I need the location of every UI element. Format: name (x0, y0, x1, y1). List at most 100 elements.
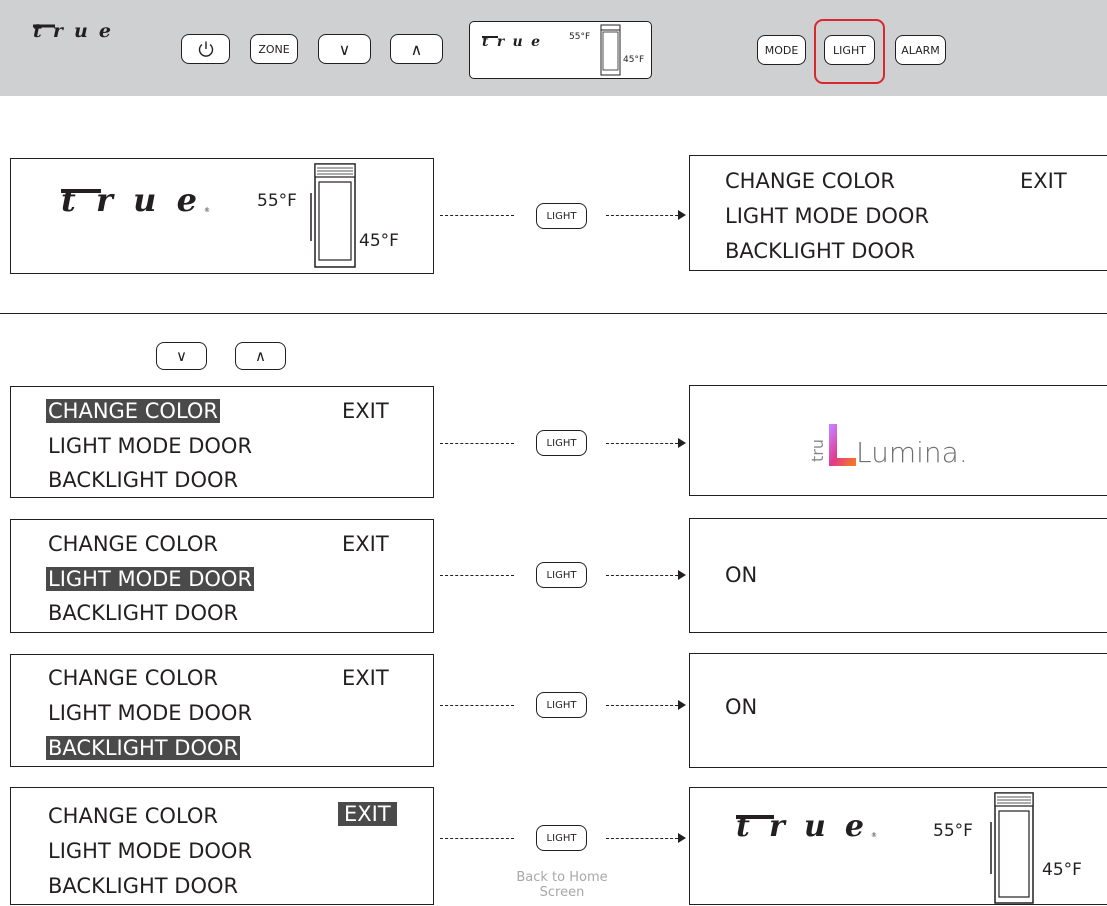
back-to-home-note: Back to Home Screen (516, 870, 608, 900)
true-logo: true ® (61, 181, 210, 219)
flow-connector (606, 838, 678, 839)
refrigerator-icon (990, 792, 1034, 904)
light-button[interactable]: LIGHT (536, 203, 587, 229)
svg-text:true: true (61, 181, 197, 219)
flow-connector (606, 575, 678, 576)
light-menu-screen: CHANGE COLOR EXIT LIGHT MODE DOOR BACKLI… (689, 155, 1107, 271)
menu-screen-light-mode-selected: CHANGE COLOR EXIT LIGHT MODE DOOR BACKLI… (10, 519, 434, 633)
down-button[interactable]: ∨ (156, 342, 207, 370)
control-panel-bar: true ZONE ∨ ∧ true 55°F 45°F MODE LIGHT … (0, 0, 1107, 96)
menu-screen-change-color-selected: CHANGE COLOR EXIT LIGHT MODE DOOR BACKLI… (10, 386, 434, 498)
up-button[interactable]: ∧ (390, 34, 443, 64)
arrow-icon (678, 438, 686, 448)
light-button[interactable]: LIGHT (536, 692, 587, 718)
menu-screen-exit-selected: CHANGE COLOR EXIT LIGHT MODE DOOR BACKLI… (10, 787, 434, 905)
menu-item-light-mode-door: LIGHT MODE DOOR (725, 204, 930, 228)
menu-item-light-mode-door: LIGHT MODE DOOR (48, 701, 253, 725)
trulumina-screen: tru Lumina. (689, 385, 1107, 496)
svg-text:true: true (33, 20, 111, 42)
menu-item-change-color: CHANGE COLOR (46, 399, 221, 423)
refrigerator-icon (600, 24, 621, 76)
mini-upper-temp: 55°F (569, 32, 591, 42)
mode-button-label: MODE (764, 43, 799, 57)
zone-button[interactable]: ZONE (250, 34, 298, 64)
true-logo: true (33, 20, 111, 42)
flow-connector (440, 443, 514, 444)
trulumina-logo: tru Lumina. (808, 424, 968, 469)
menu-item-backlight-door: BACKLIGHT DOOR (48, 874, 239, 898)
menu-item-change-color: CHANGE COLOR (48, 666, 219, 690)
flow-connector (440, 705, 514, 706)
upper-temp: 55°F (933, 821, 973, 841)
flow-connector (440, 215, 514, 216)
down-button[interactable]: ∨ (318, 34, 371, 64)
registered-mark: ® (871, 832, 877, 839)
chevron-up-icon: ∧ (410, 39, 423, 59)
mini-display: true 55°F 45°F (469, 21, 652, 79)
light-button[interactable]: LIGHT (536, 825, 587, 851)
light-mode-result-screen: ON (689, 518, 1107, 633)
up-button[interactable]: ∧ (235, 342, 286, 370)
flow-connector (440, 838, 514, 839)
on-status: ON (725, 563, 758, 587)
lumina-text: Lumina. (856, 436, 968, 469)
menu-exit: EXIT (338, 801, 397, 827)
light-button-label: LIGHT (546, 699, 577, 711)
light-button[interactable]: LIGHT (536, 430, 587, 456)
home-screen: true ® 55°F 45°F (689, 787, 1107, 905)
menu-item-light-mode-door: LIGHT MODE DOOR (46, 567, 255, 591)
alarm-button-label: ALARM (901, 43, 940, 57)
home-screen: true ® 55°F 45°F (10, 158, 434, 274)
light-button[interactable]: LIGHT (536, 562, 587, 588)
menu-item-backlight-door: BACKLIGHT DOOR (48, 468, 239, 492)
flow-connector (606, 443, 678, 444)
mini-lower-temp: 45°F (623, 55, 645, 65)
flow-connector (440, 575, 514, 576)
menu-item-change-color: CHANGE COLOR (725, 169, 896, 193)
menu-item-light-mode-door: LIGHT MODE DOOR (48, 434, 253, 458)
flow-connector (606, 705, 678, 706)
lower-temp: 45°F (359, 231, 399, 251)
chevron-up-icon: ∧ (255, 347, 266, 365)
svg-text:tru: tru (808, 439, 827, 462)
on-status: ON (725, 695, 758, 719)
menu-exit: EXIT (342, 532, 389, 556)
light-button-label: LIGHT (546, 832, 577, 844)
chevron-down-icon: ∨ (176, 347, 187, 365)
alarm-button[interactable]: ALARM (895, 35, 946, 65)
light-button-label: LIGHT (833, 43, 866, 57)
section-divider (0, 313, 1107, 314)
menu-item-backlight-door: BACKLIGHT DOOR (46, 736, 241, 760)
arrow-icon (678, 570, 686, 580)
menu-exit: EXIT (342, 399, 389, 423)
arrow-icon (678, 833, 686, 843)
light-button-label: LIGHT (546, 437, 577, 449)
arrow-icon (678, 210, 686, 220)
true-logo: true ® (736, 809, 877, 844)
menu-item-backlight-door: BACKLIGHT DOOR (48, 601, 239, 625)
true-logo: true (482, 34, 540, 49)
menu-item-light-mode-door: LIGHT MODE DOOR (48, 839, 253, 863)
registered-mark: ® (204, 207, 210, 214)
zone-button-label: ZONE (258, 42, 290, 56)
menu-item-change-color: CHANGE COLOR (48, 804, 219, 828)
power-button[interactable] (181, 34, 230, 64)
light-button-label: LIGHT (546, 569, 577, 581)
menu-item-backlight-door: BACKLIGHT DOOR (725, 239, 916, 263)
menu-screen-backlight-selected: CHANGE COLOR EXIT LIGHT MODE DOOR BACKLI… (10, 654, 434, 767)
menu-exit: EXIT (1020, 169, 1067, 193)
upper-temp: 55°F (257, 191, 297, 211)
svg-text:true: true (736, 809, 864, 844)
mode-button[interactable]: MODE (757, 35, 806, 65)
power-icon (198, 41, 213, 57)
chevron-down-icon: ∨ (338, 39, 351, 59)
lower-temp: 45°F (1042, 860, 1082, 880)
refrigerator-icon (310, 163, 356, 268)
flow-connector (606, 215, 678, 216)
light-button[interactable]: LIGHT (824, 35, 875, 65)
backlight-result-screen: ON (689, 653, 1107, 768)
arrow-icon (678, 700, 686, 710)
menu-item-change-color: CHANGE COLOR (48, 532, 219, 556)
light-button-label: LIGHT (546, 210, 577, 222)
menu-exit: EXIT (342, 666, 389, 690)
